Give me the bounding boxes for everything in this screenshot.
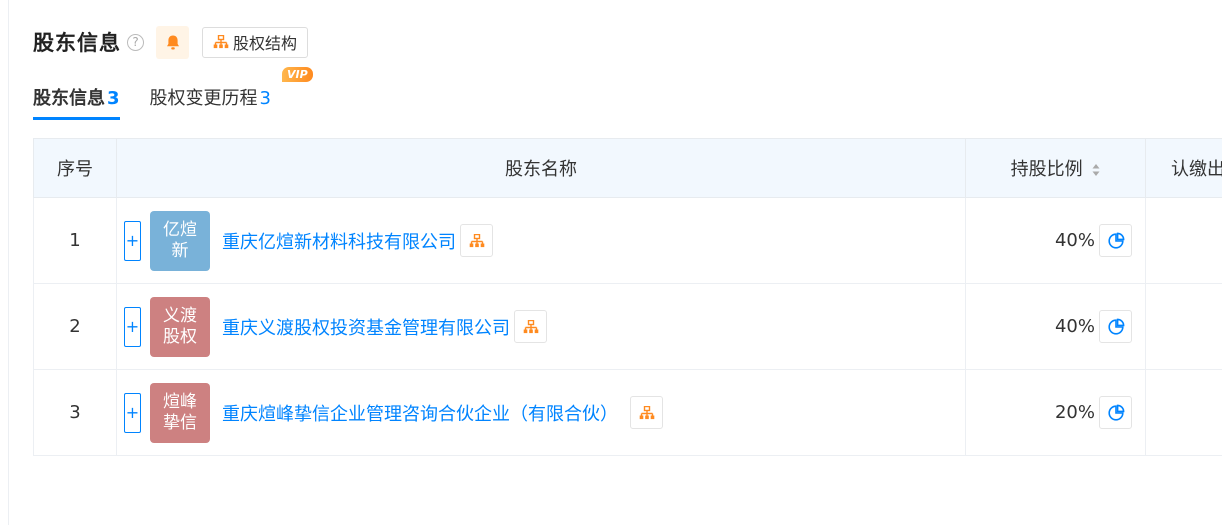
- equity-structure-icon-button[interactable]: [460, 224, 493, 257]
- subscribed-cell: [1145, 369, 1222, 456]
- equity-structure-icon-button[interactable]: [514, 310, 547, 343]
- bell-icon: [166, 35, 179, 49]
- org-chart-icon: [639, 405, 654, 419]
- column-header-index: 序号: [33, 138, 117, 198]
- org-chart-icon: [523, 319, 538, 333]
- ratio-cell: 20%: [965, 369, 1146, 456]
- shareholder-name-cell: + 煊峰挚信 重庆煊峰挚信企业管理咨询合伙企业（有限合伙）: [116, 369, 966, 456]
- monitor-bell-button[interactable]: [156, 25, 189, 59]
- tab-label: 股东信息: [33, 88, 105, 109]
- subscribed-cell: [1145, 283, 1222, 370]
- table-row: 1 + 亿煊新 重庆亿煊新材料科技有限公司 40%: [33, 197, 1222, 284]
- tab-count: 3: [107, 88, 120, 109]
- shareholder-table: 序号 股东名称 持股比例 认缴出 1 + 亿煊新 重庆亿煊新材料科技有限公司 4…: [33, 138, 1222, 456]
- company-name-link[interactable]: 重庆煊峰挚信企业管理咨询合伙企业（有限合伙）: [222, 400, 618, 426]
- company-name-link[interactable]: 重庆义渡股权投资基金管理有限公司: [222, 314, 510, 340]
- row-index: 1: [33, 197, 117, 284]
- row-index: 3: [33, 369, 117, 456]
- section-header: 股东信息 ? 股权结构: [33, 25, 309, 59]
- equity-structure-button[interactable]: 股权结构: [202, 26, 309, 58]
- ratio-value: 40%: [1054, 316, 1095, 337]
- column-header-subscribed: 认缴出: [1145, 138, 1222, 198]
- subscribed-cell: [1145, 197, 1222, 284]
- tab-equity-history[interactable]: 股权变更历程 3: [150, 84, 271, 120]
- pie-chart-icon: [1107, 318, 1124, 335]
- ratio-cell: 40%: [965, 197, 1146, 284]
- pie-chart-button[interactable]: [1099, 396, 1132, 429]
- equity-structure-label: 股权结构: [233, 34, 298, 53]
- ratio-value: 20%: [1054, 402, 1095, 423]
- company-logo: 亿煊新: [150, 210, 210, 271]
- table-row: 3 + 煊峰挚信 重庆煊峰挚信企业管理咨询合伙企业（有限合伙） 20%: [33, 369, 1222, 456]
- expand-button[interactable]: +: [124, 392, 141, 433]
- help-icon[interactable]: ?: [127, 33, 144, 51]
- pie-chart-button[interactable]: [1099, 310, 1132, 343]
- pie-chart-button[interactable]: [1099, 224, 1132, 257]
- tab-label: 股权变更历程: [149, 88, 258, 109]
- company-logo: 煊峰挚信: [150, 382, 210, 443]
- table-row: 2 + 义渡股权 重庆义渡股权投资基金管理有限公司 40%: [33, 283, 1222, 370]
- row-index: 2: [33, 283, 117, 370]
- shareholder-name-cell: + 亿煊新 重庆亿煊新材料科技有限公司: [116, 197, 966, 284]
- sort-icon[interactable]: [1092, 163, 1100, 177]
- ratio-cell: 40%: [965, 283, 1146, 370]
- ratio-value: 40%: [1054, 230, 1095, 251]
- expand-button[interactable]: +: [124, 306, 141, 347]
- company-logo: 义渡股权: [150, 296, 210, 357]
- left-divider: [8, 0, 9, 525]
- tab-bar: 股东信息 3 股权变更历程 3: [33, 84, 271, 120]
- table-header-row: 序号 股东名称 持股比例 认缴出: [33, 138, 1222, 198]
- pie-chart-icon: [1107, 232, 1124, 249]
- ratio-header-label: 持股比例: [1010, 159, 1083, 180]
- shareholder-name-cell: + 义渡股权 重庆义渡股权投资基金管理有限公司: [116, 283, 966, 370]
- equity-structure-icon-button[interactable]: [630, 396, 663, 429]
- column-header-ratio[interactable]: 持股比例: [965, 138, 1146, 198]
- tab-shareholders[interactable]: 股东信息 3: [33, 84, 120, 120]
- expand-button[interactable]: +: [124, 220, 141, 261]
- org-chart-icon: [213, 35, 229, 49]
- vip-badge: VIP: [282, 67, 313, 82]
- pie-chart-icon: [1107, 404, 1124, 421]
- tab-count: 3: [259, 88, 271, 109]
- column-header-name: 股东名称: [116, 138, 966, 198]
- org-chart-icon: [469, 233, 484, 247]
- section-title: 股东信息: [33, 31, 121, 55]
- company-name-link[interactable]: 重庆亿煊新材料科技有限公司: [222, 228, 456, 254]
